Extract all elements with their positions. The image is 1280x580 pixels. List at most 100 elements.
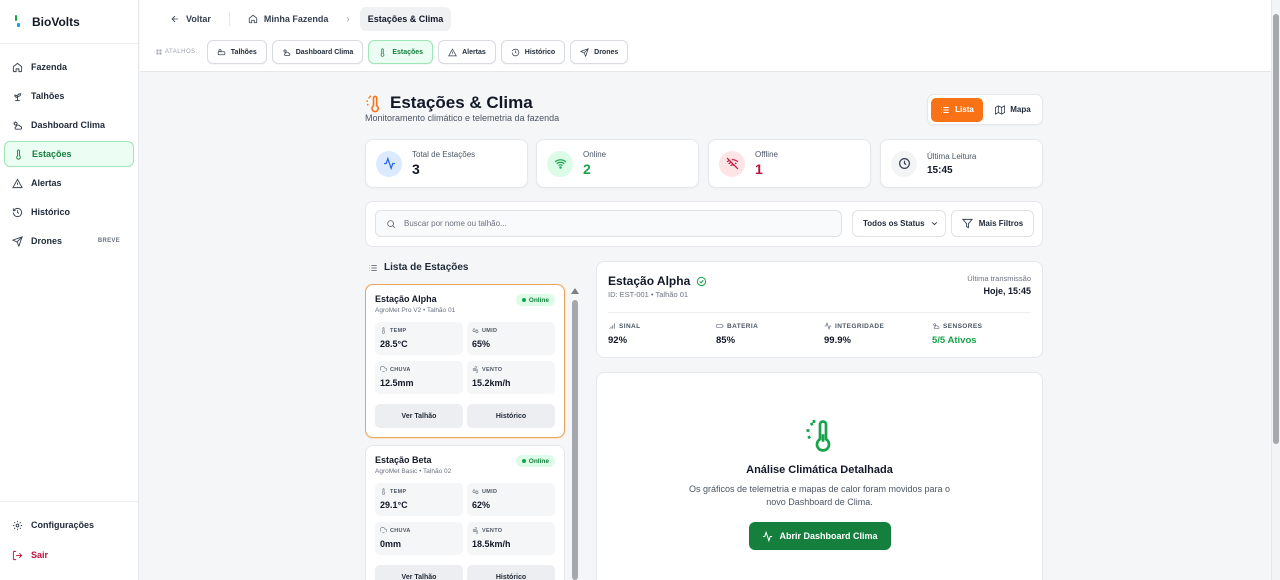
search-input[interactable]: Buscar por nome ou talhão... (375, 210, 842, 237)
sidebar-item-alertas[interactable]: Alertas (4, 170, 134, 196)
history-icon (12, 207, 23, 217)
station-list-scroll-thumb[interactable] (572, 300, 578, 580)
sidebar-item-label: Talhões (31, 91, 65, 101)
shortcut-estacoes[interactable]: Estações (368, 40, 434, 64)
view-toggle: Lista Mapa (927, 94, 1043, 125)
list-icon (941, 106, 949, 113)
station-list-title: Lista de Estações (384, 262, 469, 273)
metric-value: 65% (472, 339, 491, 349)
gear-icon (12, 520, 23, 530)
breadcrumb-farm-label: Minha Fazenda (263, 14, 329, 24)
station-list-heading: Lista de Estações (368, 262, 468, 273)
history-button[interactable]: Histórico (467, 565, 555, 580)
brand[interactable]: BioVolts (0, 0, 138, 44)
breadcrumb-farm-link[interactable]: Minha Fazenda (240, 7, 337, 31)
detail-station-name: Estação Alpha (608, 274, 691, 288)
status-filter-select[interactable]: Todos os Status (852, 210, 946, 237)
more-filters-button[interactable]: Mais Filtros (951, 210, 1034, 237)
metric-label-text: CHUVA (390, 366, 411, 373)
station-detail-card: Estação Alpha ID: EST-001 • Talhão 01 Úl… (596, 261, 1043, 358)
metric-label: UMID (472, 488, 550, 495)
shortcut-label: Dashboard Clima (295, 48, 354, 56)
stat-label: Total de Estações (412, 150, 476, 159)
sidebar-item-estacoes[interactable]: Estações (4, 141, 134, 167)
metric-value: 18.5km/h (472, 539, 511, 549)
home-icon (12, 62, 23, 72)
page-scrollbar[interactable] (1271, 0, 1280, 580)
sidebar-item-fazenda[interactable]: Fazenda (4, 54, 134, 80)
sidebar-item-drones[interactable]: Drones BREVE (4, 228, 134, 254)
logout-button[interactable]: Sair (4, 542, 134, 568)
stat-label: Offline (755, 150, 778, 159)
stat-icon-wrap (719, 150, 745, 177)
cloud-rain-icon (380, 366, 387, 373)
grid-icon (156, 49, 162, 55)
shortcut-dashboard-clima[interactable]: Dashboard Clima (271, 40, 364, 64)
chevron-right-icon: › (346, 13, 350, 25)
shortcut-historico[interactable]: Histórico (500, 40, 566, 64)
metric-label-text: VENTO (482, 527, 503, 534)
signal-icon (608, 323, 615, 329)
detail-metric-signal: SINAL 92% (608, 322, 641, 347)
cloud-rain-icon (380, 527, 387, 534)
shortcut-alertas[interactable]: Alertas (438, 40, 496, 64)
station-metrics: TEMP 29.1°C UMID 62% CHUVA 0mm VENTO 18.… (375, 483, 555, 555)
station-card[interactable]: Estação Beta AgroMet Basic • Talhão 02 O… (365, 445, 565, 580)
detail-metric-label-text: SINAL (619, 322, 641, 330)
metric-value: 0mm (380, 539, 402, 549)
stat-value: 1 (755, 161, 763, 177)
thermometer-sun-icon (366, 95, 379, 112)
view-talhao-button[interactable]: Ver Talhão (375, 404, 463, 428)
droplets-icon (472, 489, 479, 495)
scroll-up-arrow-icon[interactable] (571, 288, 579, 294)
status-badge: Online (515, 455, 555, 467)
sidebar-item-label: Alertas (31, 178, 62, 188)
settings-button[interactable]: Configurações (4, 512, 134, 538)
alert-triangle-icon (448, 47, 457, 56)
shortcut-talhoes[interactable]: Talhões (206, 40, 267, 64)
history-button[interactable]: Histórico (467, 404, 555, 428)
cloud-sun-icon (283, 49, 290, 56)
back-button[interactable]: Voltar (162, 7, 219, 31)
last-transmission-value: Hoje, 15:45 (983, 286, 1031, 296)
shortcut-drones[interactable]: Drones (570, 40, 629, 64)
stat-label: Última Leitura (927, 151, 977, 161)
stat-value: 15:45 (927, 164, 953, 176)
coming-soon-badge: BREVE (97, 238, 120, 244)
view-map-label: Mapa (1010, 105, 1031, 114)
metric-label-text: TEMP (390, 327, 407, 334)
sidebar-item-dashboard-clima[interactable]: Dashboard Clima (4, 112, 134, 138)
page-scroll-thumb[interactable] (1273, 14, 1279, 444)
brand-logo-icon (14, 14, 22, 29)
shortcut-label: Histórico (524, 48, 556, 56)
map-icon (995, 104, 1006, 115)
view-map-button[interactable]: Mapa (987, 98, 1039, 122)
activity-icon (824, 322, 832, 330)
shortcuts-bar: ATALHOS: Talhões Dashboard Clima Estaçõe… (156, 40, 629, 64)
station-card[interactable]: Estação Alpha AgroMet Pro V2 • Talhão 01… (365, 284, 565, 438)
metric-label: TEMP (380, 327, 458, 334)
sidebar-item-talhoes[interactable]: Talhões (4, 83, 134, 109)
station-list-scrollbar[interactable] (570, 288, 581, 580)
detail-metric-label: INTEGRIDADE (824, 322, 884, 330)
view-list-button[interactable]: Lista (931, 97, 983, 122)
detail-metric-battery: BATERIA 85% (716, 322, 758, 347)
sidebar-nav: Fazenda Talhões Dashboard Clima Estações… (0, 44, 138, 254)
wifi-icon (554, 159, 566, 169)
detail-metric-integrity: INTEGRIDADE 99.9% (824, 322, 884, 346)
detail-divider (608, 312, 1031, 313)
metric-label: CHUVA (380, 527, 458, 534)
open-climate-dashboard-button[interactable]: Abrir Dashboard Clima (749, 522, 891, 550)
metric-label-text: UMID (482, 327, 498, 334)
sidebar-item-historico[interactable]: Histórico (4, 199, 134, 225)
view-talhao-button[interactable]: Ver Talhão (375, 565, 463, 580)
detail-metric-value: 85% (716, 335, 736, 346)
clock-icon (898, 158, 910, 169)
home-icon (248, 14, 258, 24)
metric-label-text: TEMP (390, 488, 407, 495)
last-transmission: Última transmissão Hoje, 15:45 (967, 274, 1031, 296)
station-model: AgroMet Basic • Talhão 02 (375, 468, 452, 475)
last-transmission-label: Última transmissão (967, 274, 1031, 283)
page-subtitle: Monitoramento climático e telemetria da … (365, 113, 560, 123)
thermometer-icon (382, 488, 385, 495)
